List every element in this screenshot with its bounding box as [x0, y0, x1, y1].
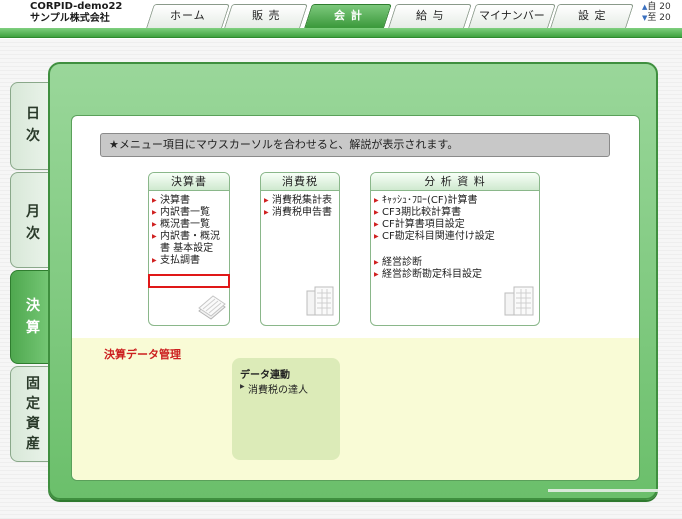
- frame-bottom-strip: [548, 489, 658, 492]
- panel-bunseki: 分 析 資 料 ｷｬｯｼｭ･ﾌﾛｰ(CF)計算書 CF3期比較計算書 CF計算書…: [370, 172, 540, 326]
- help-notice: ★メニュー項目にマウスカーソルを合わせると、解説が表示されます。: [100, 133, 610, 157]
- menu-shohizei-shinkoku[interactable]: 消費税申告書: [264, 207, 339, 219]
- period-from: 自 20: [647, 2, 671, 12]
- menu-shiharai-chosho[interactable]: 支払調書: [152, 255, 229, 267]
- tab-sales[interactable]: 販 売: [224, 4, 308, 28]
- tab-mynumber[interactable]: マイナンバー: [468, 4, 556, 28]
- period-box: ▲自 20 ▼至 20: [642, 2, 671, 24]
- company-info: CORPID-demo22 サンプル株式会社: [30, 1, 122, 25]
- menu-basic-settings[interactable]: 内訳書・概況書 基本設定: [152, 231, 229, 255]
- menu-kessansho[interactable]: 決算書: [152, 195, 229, 207]
- menu-gaikyo-list[interactable]: 概況書一覧: [152, 219, 229, 231]
- tab-settings[interactable]: 設 定: [550, 4, 634, 28]
- menu-shohizei-shukei[interactable]: 消費税集計表: [264, 195, 339, 207]
- kessan-data-label: 決算データ管理: [104, 348, 181, 361]
- tab-home[interactable]: ホーム: [146, 4, 230, 28]
- data-link-title: データ連動: [240, 370, 290, 381]
- shohizei-list: 消費税集計表 消費税申告書: [261, 191, 339, 219]
- menu-keiei-shindan-settings[interactable]: 経営診断勘定科目設定: [374, 269, 539, 281]
- documents-icon: [198, 295, 226, 320]
- tab-payroll[interactable]: 給 与: [388, 4, 472, 28]
- panel-kessansho-title: 決算書: [149, 173, 229, 191]
- panel-bunseki-title: 分 析 資 料: [371, 173, 539, 191]
- panel-shohizei: 消費税 消費税集計表 消費税申告書: [260, 172, 340, 326]
- header-green-bar: [0, 28, 682, 38]
- company-name: サンプル株式会社: [30, 13, 110, 24]
- company-code: CORPID-demo22: [30, 1, 123, 12]
- menu-uchiwake-list[interactable]: 内訳書一覧: [152, 207, 229, 219]
- tab-accounting[interactable]: 会 計: [304, 4, 392, 28]
- menu-keiei-shindan[interactable]: 経営診断: [374, 257, 539, 269]
- menu-cf-statement[interactable]: ｷｬｯｼｭ･ﾌﾛｰ(CF)計算書: [374, 195, 539, 207]
- menu-shohizei-tatsujin[interactable]: 消費税の達人: [240, 381, 308, 396]
- bunseki-list: ｷｬｯｼｭ･ﾌﾛｰ(CF)計算書 CF3期比較計算書 CF計算書項目設定 CF勘…: [371, 191, 539, 281]
- period-to: 至 20: [647, 13, 671, 23]
- app-header: CORPID-demo22 サンプル株式会社 ホーム 販 売 会 計 給 与 マ…: [0, 0, 682, 30]
- panel-kessansho: 決算書 決算書 内訳書一覧 概況書一覧 内訳書・概況書 基本設定 支払調書: [148, 172, 230, 326]
- panel-shohizei-title: 消費税: [261, 173, 339, 191]
- calculator-icon: [306, 286, 334, 316]
- menu-cf-item-settings[interactable]: CF計算書項目設定: [374, 219, 539, 231]
- menu-cf-account-link[interactable]: CF勘定科目関連付け設定: [374, 231, 539, 243]
- kessansho-list: 決算書 内訳書一覧 概況書一覧 内訳書・概況書 基本設定 支払調書: [149, 191, 229, 267]
- menu-cf-3period[interactable]: CF3期比較計算書: [374, 207, 539, 219]
- spreadsheet-icon: [504, 286, 534, 316]
